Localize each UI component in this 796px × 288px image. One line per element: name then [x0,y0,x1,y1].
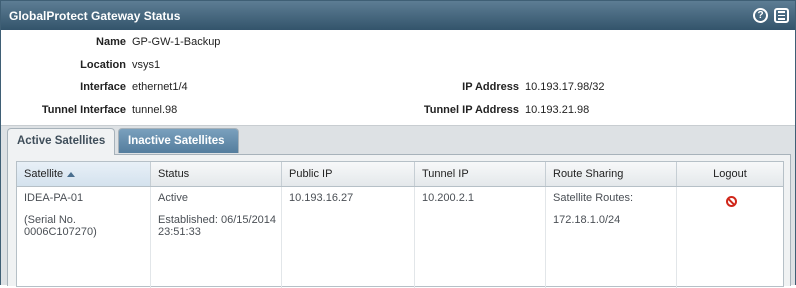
tunnel-interface-value: tunnel.98 [132,104,178,116]
tab-panel: Satellite Status Public IP Tunnel IP Rou… [7,154,791,288]
cell-route-sharing: Satellite Routes: 172.18.1.0/24 [546,187,677,288]
location-label: Location [80,59,126,71]
interface-value: ethernet1/4 [132,81,188,93]
title-bar: GlobalProtect Gateway Status ? [1,1,795,30]
help-icon[interactable]: ? [753,8,768,23]
cell-status: Active Established: 06/15/2014 23:51:33 [151,187,282,288]
established-line2: 23:51:33 [158,226,201,238]
ip-address-label: IP Address [462,81,519,93]
satellites-table: Satellite Status Public IP Tunnel IP Rou… [16,161,784,288]
route-sharing-value: 172.18.1.0/24 [553,214,621,226]
cell-satellite: IDEA-PA-01 (Serial No. 0006C107270) [17,187,151,288]
status-value: Active [158,192,188,204]
tab-inactive-satellites[interactable]: Inactive Satellites [118,128,239,153]
cell-tunnel-ip: 10.200.2.1 [415,187,546,288]
table-header: Satellite Status Public IP Tunnel IP Rou… [17,162,783,187]
public-ip-value: 10.193.16.27 [289,192,354,204]
tab-active-satellites[interactable]: Active Satellites [7,128,115,155]
table-row[interactable]: IDEA-PA-01 (Serial No. 0006C107270) Acti… [17,187,783,288]
column-header-tunnel-ip[interactable]: Tunnel IP [415,162,546,186]
established-line1: Established: 06/15/2014 [158,214,277,226]
name-label: Name [96,36,126,48]
tabs-area: Active Satellites Inactive Satellites Sa… [1,125,795,288]
column-header-route-sharing[interactable]: Route Sharing [546,162,677,186]
tunnel-ip-address-value: 10.193.21.98 [525,104,590,116]
tunnel-ip-address-label: Tunnel IP Address [423,104,519,116]
gateway-info: Name GP-GW-1-Backup Location vsys1 Inter… [1,30,795,126]
satellite-name: IDEA-PA-01 [24,192,84,204]
serial-number-line1: (Serial No. [24,214,76,226]
name-value: GP-GW-1-Backup [132,36,221,48]
ip-address-value: 10.193.17.98/32 [525,81,605,93]
list-icon[interactable] [774,8,789,23]
route-sharing-label: Satellite Routes: [553,192,634,204]
window-title: GlobalProtect Gateway Status [9,9,181,23]
column-header-public-ip[interactable]: Public IP [282,162,415,186]
column-header-status[interactable]: Status [151,162,282,186]
gateway-status-window: GlobalProtect Gateway Status ? Name GP-G… [0,0,796,288]
tunnel-ip-value: 10.200.2.1 [422,192,474,204]
logout-prohibit-icon[interactable] [726,196,737,207]
sort-ascending-icon [67,171,76,177]
column-header-logout[interactable]: Logout [677,162,783,186]
cell-logout [677,187,783,288]
column-header-satellite[interactable]: Satellite [17,162,151,186]
cell-public-ip: 10.193.16.27 [282,187,415,288]
tunnel-interface-label: Tunnel Interface [41,104,126,116]
serial-number-line2: 0006C107270) [24,226,97,238]
location-value: vsys1 [132,59,161,71]
interface-label: Interface [80,81,126,93]
